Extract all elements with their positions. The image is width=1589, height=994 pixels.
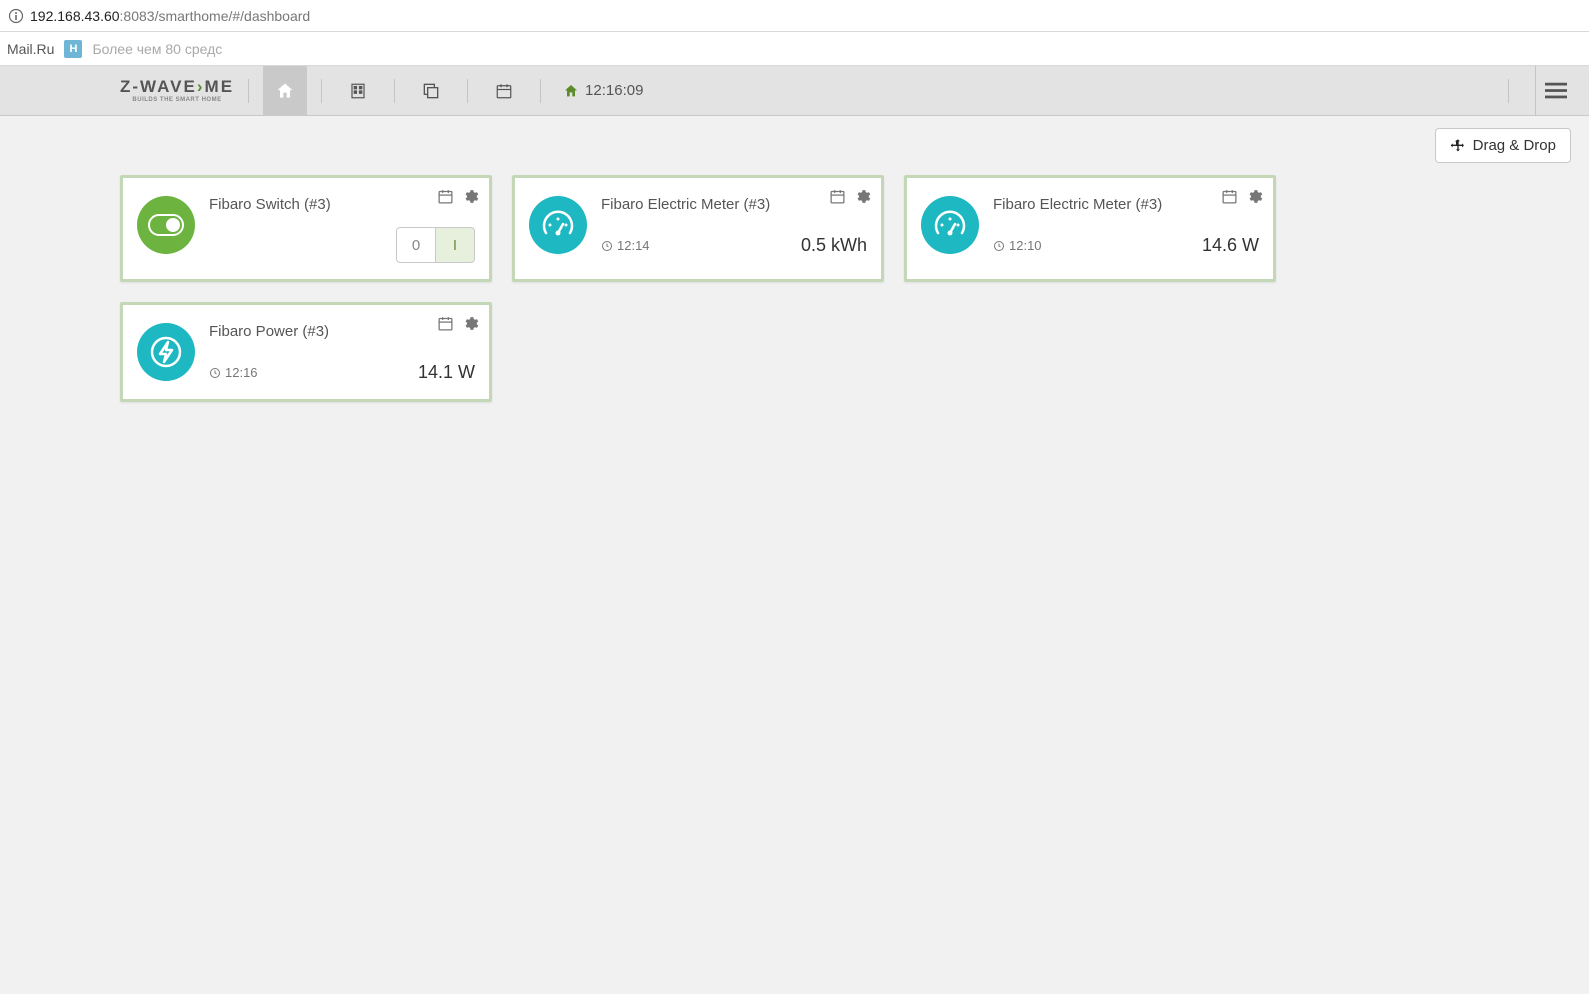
drag-drop-button[interactable]: Drag & Drop	[1435, 128, 1571, 163]
bookmark-h-icon[interactable]: H	[64, 40, 82, 58]
menu-button[interactable]	[1535, 66, 1575, 116]
gear-icon[interactable]	[462, 315, 479, 332]
widget-title: Fibaro Switch (#3)	[209, 196, 475, 213]
widget-timestamp: 12:14	[601, 238, 650, 253]
drag-drop-label: Drag & Drop	[1473, 137, 1556, 154]
widget-time-text: 12:10	[1009, 238, 1042, 253]
widget-power[interactable]: Fibaro Power (#3) 12:16 14.1 W	[120, 302, 492, 402]
widget-electric-meter[interactable]: Fibaro Electric Meter (#3) 12:10 14.6 W	[904, 175, 1276, 282]
info-icon[interactable]	[8, 8, 24, 24]
widget-timestamp: 12:10	[993, 238, 1042, 253]
widget-value: 14.1 W	[418, 362, 475, 383]
bookmark-mailru[interactable]: Mail.Ru	[7, 41, 54, 57]
url-text[interactable]: 192.168.43.60:8083/smarthome/#/dashboard	[30, 8, 310, 24]
calendar-icon[interactable]	[1221, 188, 1238, 205]
nav-separator	[321, 79, 322, 103]
move-icon	[1450, 138, 1466, 154]
bookmark-truncated[interactable]: Более чем 80 средс	[92, 41, 222, 57]
widget-value: 14.6 W	[1202, 235, 1259, 256]
nav-home-button[interactable]	[263, 66, 307, 116]
nav-separator	[467, 79, 468, 103]
dashboard-content: Drag & Drop Fibaro Switch (#3)	[0, 116, 1589, 416]
gear-icon[interactable]	[1246, 188, 1263, 205]
calendar-icon[interactable]	[437, 315, 454, 332]
power-icon	[137, 323, 195, 381]
switch-on-icon	[137, 196, 195, 254]
nav-events-button[interactable]	[482, 66, 526, 116]
widget-time-text: 12:16	[225, 365, 258, 380]
nav-clock: 12:16:09	[563, 82, 643, 99]
widget-value: 0.5 kWh	[801, 235, 867, 256]
logo-text-a: Z-WAVE	[120, 77, 197, 96]
nav-separator	[1508, 79, 1509, 103]
browser-address-bar: 192.168.43.60:8083/smarthome/#/dashboard	[0, 0, 1589, 32]
nav-elements-button[interactable]	[409, 66, 453, 116]
clock-text: 12:16:09	[585, 82, 643, 99]
switch-on-button[interactable]: I	[435, 227, 475, 263]
app-navbar: Z-WAVE›ME BUILDS THE SMART HOME 12:16:09	[0, 66, 1589, 116]
logo-subtitle: BUILDS THE SMART HOME	[120, 97, 234, 103]
widget-time-text: 12:14	[617, 238, 650, 253]
nav-separator	[540, 79, 541, 103]
gear-icon[interactable]	[462, 188, 479, 205]
widget-title: Fibaro Power (#3)	[209, 323, 475, 340]
nav-separator	[248, 79, 249, 103]
logo-text-b: ME	[205, 77, 235, 96]
calendar-icon[interactable]	[437, 188, 454, 205]
switch-toggle-group: 0 I	[209, 227, 475, 263]
widget-title: Fibaro Electric Meter (#3)	[601, 196, 867, 213]
widget-title: Fibaro Electric Meter (#3)	[993, 196, 1259, 213]
clock-icon	[209, 367, 221, 379]
gauge-icon	[921, 196, 979, 254]
nav-separator	[394, 79, 395, 103]
switch-off-button[interactable]: 0	[396, 227, 436, 263]
clock-icon	[993, 240, 1005, 252]
browser-bookmarks-bar: Mail.Ru H Более чем 80 средс	[0, 32, 1589, 66]
gear-icon[interactable]	[854, 188, 871, 205]
clock-icon	[601, 240, 613, 252]
nav-rooms-button[interactable]	[336, 66, 380, 116]
widget-timestamp: 12:16	[209, 365, 258, 380]
logo-chevron-icon: ›	[197, 77, 205, 96]
widget-switch[interactable]: Fibaro Switch (#3) 0 I	[120, 175, 492, 282]
cards-grid: Fibaro Switch (#3) 0 I	[120, 175, 1575, 402]
widget-electric-meter[interactable]: Fibaro Electric Meter (#3) 12:14 0.5 kWh	[512, 175, 884, 282]
calendar-icon[interactable]	[829, 188, 846, 205]
gauge-icon	[529, 196, 587, 254]
logo[interactable]: Z-WAVE›ME BUILDS THE SMART HOME	[120, 78, 234, 103]
home-icon	[563, 83, 579, 99]
